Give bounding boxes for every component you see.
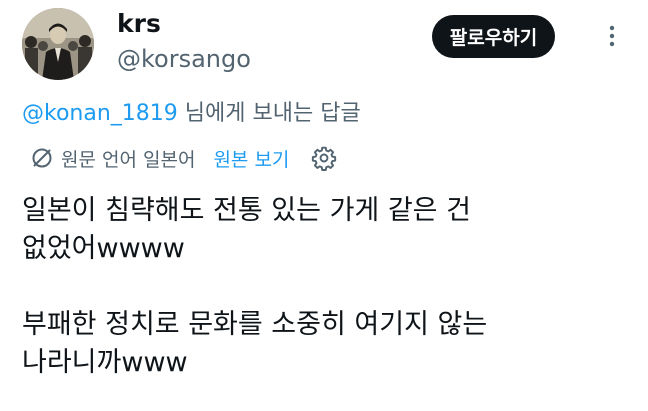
tweet-text: 일본이 침략해도 전통 있는 가게 같은 건 없었어wwww 부패한 정치로 문… xyxy=(22,192,632,382)
user-handle[interactable]: @korsango xyxy=(117,43,251,75)
avatar-image xyxy=(22,8,94,80)
translation-source-label: 원문 언어 일본어 xyxy=(61,148,196,171)
follow-button[interactable]: 팔로우하기 xyxy=(432,15,555,58)
display-name[interactable]: krs xyxy=(117,8,161,40)
reply-context: @konan_1819 님에게 보내는 답글 xyxy=(22,98,361,130)
reply-context-suffix: 님에게 보내는 답글 xyxy=(177,101,361,126)
show-original-link[interactable]: 원본 보기 xyxy=(213,145,289,172)
tweet-line: 일본이 침략해도 전통 있는 가게 같은 건 xyxy=(22,195,471,226)
avatar[interactable] xyxy=(22,8,94,80)
translation-bar: 원문 언어 일본어 원본 보기 xyxy=(30,142,337,174)
more-options-icon xyxy=(609,25,615,47)
tweet-line: 나라니까www xyxy=(22,347,188,378)
reply-mention-link[interactable]: @konan_1819 xyxy=(22,101,178,126)
translate-icon xyxy=(32,148,52,168)
more-options-button[interactable] xyxy=(600,20,624,52)
tweet-line: 부패한 정치로 문화를 소중히 여기지 않는 xyxy=(22,309,488,340)
tweet-line: 없었어wwww xyxy=(22,233,185,264)
settings-gear-icon[interactable] xyxy=(311,145,337,171)
